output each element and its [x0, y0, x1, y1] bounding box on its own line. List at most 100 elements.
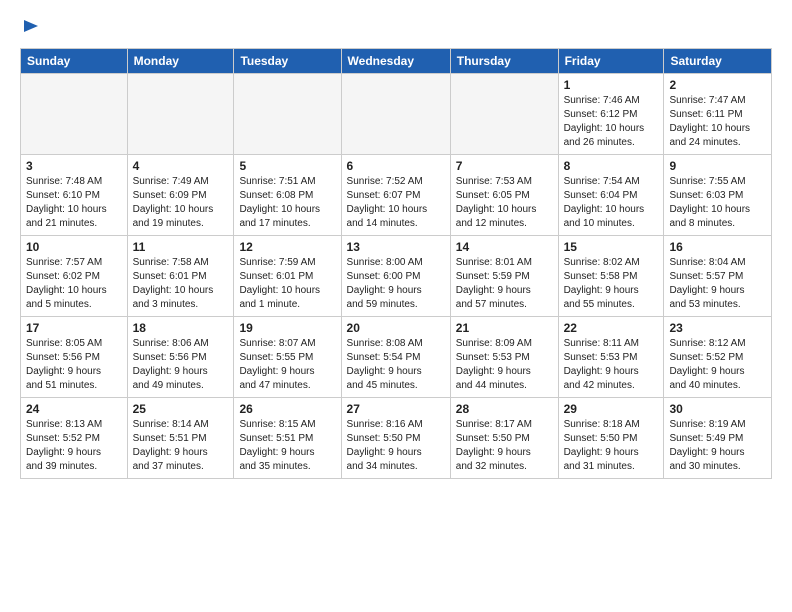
day-info: Sunrise: 7:53 AM Sunset: 6:05 PM Dayligh…	[456, 175, 553, 231]
day-info: Sunrise: 7:52 AM Sunset: 6:07 PM Dayligh…	[347, 175, 445, 231]
header	[20, 16, 772, 40]
day-number: 21	[456, 321, 553, 335]
calendar-day-15: 15 Sunrise: 8:02 AM Sunset: 5:58 PM Dayli…	[558, 236, 664, 317]
calendar-day-13: 13 Sunrise: 8:00 AM Sunset: 6:00 PM Dayli…	[341, 236, 450, 317]
weekday-header-wednesday: Wednesday	[341, 49, 450, 74]
calendar-week-row: 10 Sunrise: 7:57 AM Sunset: 6:02 PM Dayli…	[21, 236, 772, 317]
day-info: Sunrise: 7:46 AM Sunset: 6:12 PM Dayligh…	[564, 94, 659, 150]
day-info: Sunrise: 8:11 AM Sunset: 5:53 PM Dayligh…	[564, 337, 659, 393]
calendar-week-row: 24 Sunrise: 8:13 AM Sunset: 5:52 PM Dayli…	[21, 398, 772, 479]
calendar-day-30: 30 Sunrise: 8:19 AM Sunset: 5:49 PM Dayli…	[664, 398, 772, 479]
weekday-header-monday: Monday	[127, 49, 234, 74]
calendar-table: SundayMondayTuesdayWednesdayThursdayFrid…	[20, 48, 772, 479]
calendar-day-9: 9Sunrise: 7:55 AM Sunset: 6:03 PM Daylig…	[664, 155, 772, 236]
day-number: 24	[26, 402, 122, 416]
calendar-day-7: 7 Sunrise: 7:53 AM Sunset: 6:05 PM Daylig…	[450, 155, 558, 236]
day-number: 11	[133, 240, 229, 254]
day-info: Sunrise: 7:55 AM Sunset: 6:03 PM Dayligh…	[669, 175, 766, 231]
calendar-empty-cell	[234, 74, 341, 155]
day-info: Sunrise: 8:14 AM Sunset: 5:51 PM Dayligh…	[133, 418, 229, 474]
weekday-header-sunday: Sunday	[21, 49, 128, 74]
day-number: 28	[456, 402, 553, 416]
day-number: 17	[26, 321, 122, 335]
calendar-day-18: 18 Sunrise: 8:06 AM Sunset: 5:56 PM Dayli…	[127, 317, 234, 398]
calendar-empty-cell	[341, 74, 450, 155]
day-info: Sunrise: 8:17 AM Sunset: 5:50 PM Dayligh…	[456, 418, 553, 474]
day-info: Sunrise: 7:49 AM Sunset: 6:09 PM Dayligh…	[133, 175, 229, 231]
day-info: Sunrise: 7:58 AM Sunset: 6:01 PM Dayligh…	[133, 256, 229, 312]
calendar-day-17: 17 Sunrise: 8:05 AM Sunset: 5:56 PM Dayli…	[21, 317, 128, 398]
calendar-day-4: 4 Sunrise: 7:49 AM Sunset: 6:09 PM Daylig…	[127, 155, 234, 236]
weekday-header-friday: Friday	[558, 49, 664, 74]
day-info: Sunrise: 7:57 AM Sunset: 6:02 PM Dayligh…	[26, 256, 122, 312]
day-number: 13	[347, 240, 445, 254]
calendar-day-25: 25 Sunrise: 8:14 AM Sunset: 5:51 PM Dayli…	[127, 398, 234, 479]
calendar-day-3: 3 Sunrise: 7:48 AM Sunset: 6:10 PM Daylig…	[21, 155, 128, 236]
day-number: 22	[564, 321, 659, 335]
day-info: Sunrise: 8:13 AM Sunset: 5:52 PM Dayligh…	[26, 418, 122, 474]
day-info: Sunrise: 8:05 AM Sunset: 5:56 PM Dayligh…	[26, 337, 122, 393]
calendar-day-16: 16 Sunrise: 8:04 AM Sunset: 5:57 PM Dayli…	[664, 236, 772, 317]
day-info: Sunrise: 8:09 AM Sunset: 5:53 PM Dayligh…	[456, 337, 553, 393]
day-number: 2	[669, 78, 766, 92]
weekday-header-thursday: Thursday	[450, 49, 558, 74]
day-number: 8	[564, 159, 659, 173]
day-number: 27	[347, 402, 445, 416]
day-info: Sunrise: 8:12 AM Sunset: 5:52 PM Dayligh…	[669, 337, 766, 393]
calendar-week-row: 1 Sunrise: 7:46 AM Sunset: 6:12 PM Daylig…	[21, 74, 772, 155]
day-number: 3	[26, 159, 122, 173]
day-info: Sunrise: 8:07 AM Sunset: 5:55 PM Dayligh…	[239, 337, 335, 393]
day-number: 18	[133, 321, 229, 335]
calendar-day-23: 23 Sunrise: 8:12 AM Sunset: 5:52 PM Dayli…	[664, 317, 772, 398]
calendar-day-21: 21 Sunrise: 8:09 AM Sunset: 5:53 PM Dayli…	[450, 317, 558, 398]
day-info: Sunrise: 7:54 AM Sunset: 6:04 PM Dayligh…	[564, 175, 659, 231]
day-info: Sunrise: 7:51 AM Sunset: 6:08 PM Dayligh…	[239, 175, 335, 231]
calendar-week-row: 3 Sunrise: 7:48 AM Sunset: 6:10 PM Daylig…	[21, 155, 772, 236]
day-info: Sunrise: 8:02 AM Sunset: 5:58 PM Dayligh…	[564, 256, 659, 312]
day-number: 6	[347, 159, 445, 173]
day-number: 14	[456, 240, 553, 254]
calendar-day-11: 11 Sunrise: 7:58 AM Sunset: 6:01 PM Dayli…	[127, 236, 234, 317]
day-number: 25	[133, 402, 229, 416]
calendar-day-10: 10 Sunrise: 7:57 AM Sunset: 6:02 PM Dayli…	[21, 236, 128, 317]
day-number: 19	[239, 321, 335, 335]
day-number: 12	[239, 240, 335, 254]
day-info: Sunrise: 8:15 AM Sunset: 5:51 PM Dayligh…	[239, 418, 335, 474]
calendar-day-20: 20Sunrise: 8:08 AM Sunset: 5:54 PM Dayli…	[341, 317, 450, 398]
day-info: Sunrise: 8:19 AM Sunset: 5:49 PM Dayligh…	[669, 418, 766, 474]
logo	[20, 20, 40, 40]
calendar-day-19: 19 Sunrise: 8:07 AM Sunset: 5:55 PM Dayli…	[234, 317, 341, 398]
day-info: Sunrise: 8:16 AM Sunset: 5:50 PM Dayligh…	[347, 418, 445, 474]
day-info: Sunrise: 8:04 AM Sunset: 5:57 PM Dayligh…	[669, 256, 766, 312]
calendar-day-27: 27 Sunrise: 8:16 AM Sunset: 5:50 PM Dayli…	[341, 398, 450, 479]
calendar-day-5: 5 Sunrise: 7:51 AM Sunset: 6:08 PM Daylig…	[234, 155, 341, 236]
day-info: Sunrise: 8:01 AM Sunset: 5:59 PM Dayligh…	[456, 256, 553, 312]
calendar-day-6: 6 Sunrise: 7:52 AM Sunset: 6:07 PM Daylig…	[341, 155, 450, 236]
day-number: 15	[564, 240, 659, 254]
calendar-day-22: 22 Sunrise: 8:11 AM Sunset: 5:53 PM Dayli…	[558, 317, 664, 398]
day-number: 5	[239, 159, 335, 173]
calendar-day-28: 28 Sunrise: 8:17 AM Sunset: 5:50 PM Dayli…	[450, 398, 558, 479]
day-number: 7	[456, 159, 553, 173]
calendar-day-14: 14 Sunrise: 8:01 AM Sunset: 5:59 PM Dayli…	[450, 236, 558, 317]
weekday-header-saturday: Saturday	[664, 49, 772, 74]
calendar-week-row: 17 Sunrise: 8:05 AM Sunset: 5:56 PM Dayli…	[21, 317, 772, 398]
day-number: 4	[133, 159, 229, 173]
day-info: Sunrise: 8:00 AM Sunset: 6:00 PM Dayligh…	[347, 256, 445, 312]
page: SundayMondayTuesdayWednesdayThursdayFrid…	[0, 0, 792, 489]
day-info: Sunrise: 8:08 AM Sunset: 5:54 PM Dayligh…	[347, 337, 445, 393]
day-number: 16	[669, 240, 766, 254]
day-info: Sunrise: 8:06 AM Sunset: 5:56 PM Dayligh…	[133, 337, 229, 393]
day-number: 23	[669, 321, 766, 335]
day-number: 10	[26, 240, 122, 254]
calendar-day-26: 26Sunrise: 8:15 AM Sunset: 5:51 PM Dayli…	[234, 398, 341, 479]
day-info: Sunrise: 8:18 AM Sunset: 5:50 PM Dayligh…	[564, 418, 659, 474]
day-number: 1	[564, 78, 659, 92]
day-info: Sunrise: 7:47 AM Sunset: 6:11 PM Dayligh…	[669, 94, 766, 150]
calendar-empty-cell	[450, 74, 558, 155]
day-info: Sunrise: 7:48 AM Sunset: 6:10 PM Dayligh…	[26, 175, 122, 231]
calendar-day-29: 29Sunrise: 8:18 AM Sunset: 5:50 PM Dayli…	[558, 398, 664, 479]
calendar-day-12: 12Sunrise: 7:59 AM Sunset: 6:01 PM Dayli…	[234, 236, 341, 317]
calendar-day-24: 24 Sunrise: 8:13 AM Sunset: 5:52 PM Dayli…	[21, 398, 128, 479]
day-number: 30	[669, 402, 766, 416]
